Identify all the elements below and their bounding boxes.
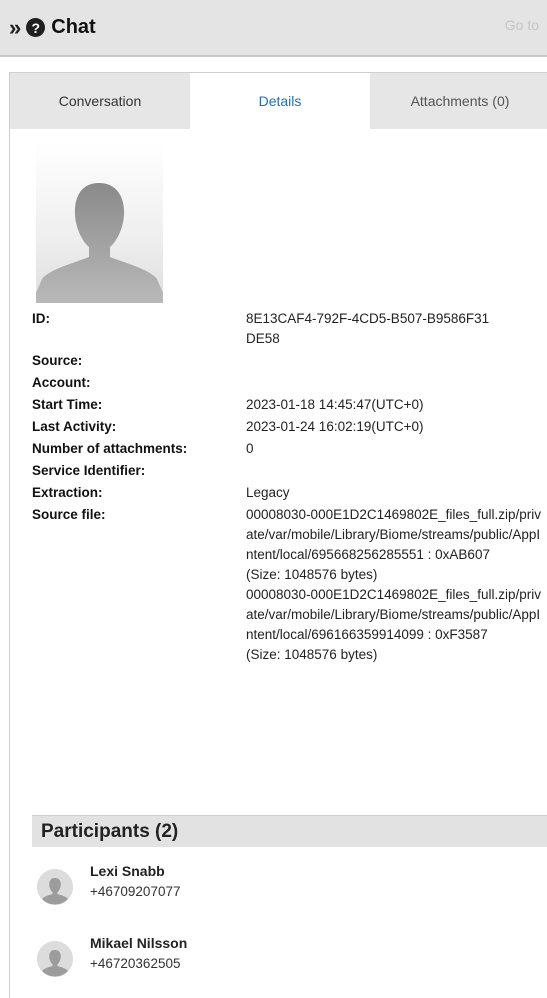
source-file-path: 00008030-000E1D2C1469802E_files_full.zip… <box>246 587 541 642</box>
person-silhouette-icon <box>37 869 73 905</box>
detail-value: 2023-01-24 16:02:19(UTC+0) <box>246 419 424 434</box>
participant-phone: +46709207077 <box>90 884 181 899</box>
participant-name: Lexi Snabb <box>90 863 165 879</box>
source-file-size: (Size: 1048576 bytes) <box>246 647 378 662</box>
detail-row-id: ID: 8E13CAF4-792F-4CD5-B507-B9586F31DE58 <box>32 309 547 351</box>
chat-details-panel: Conversation Details Attachments (0) ID:… <box>9 72 547 998</box>
tab-conversation[interactable]: Conversation <box>10 73 190 129</box>
double-chevron-right-icon[interactable]: » <box>9 15 21 41</box>
participant-name: Mikael Nilsson <box>90 935 188 951</box>
detail-label: Service Identifier: <box>32 463 146 478</box>
detail-label: Start Time: <box>32 397 103 412</box>
participant-phone: +46720362505 <box>90 956 181 971</box>
detail-value <box>246 373 546 395</box>
detail-label: ID: <box>32 311 50 326</box>
person-silhouette-icon <box>37 941 73 977</box>
title-bar: » ? Chat Go to <box>0 0 547 57</box>
tab-bar: Conversation Details Attachments (0) <box>10 73 547 129</box>
detail-row-last-activity: Last Activity: 2023-01-24 16:02:19(UTC+0… <box>32 417 547 439</box>
detail-value: 0 <box>246 441 254 456</box>
detail-value: 2023-01-18 14:45:47(UTC+0) <box>246 397 424 412</box>
detail-row-account: Account: <box>32 373 547 395</box>
detail-value-source-files: 00008030-000E1D2C1469802E_files_full.zip… <box>246 505 546 665</box>
detail-label: Source file: <box>32 507 106 522</box>
detail-row-start-time: Start Time: 2023-01-18 14:45:47(UTC+0) <box>32 395 547 417</box>
page-title: Chat <box>51 16 96 38</box>
detail-label: Number of attachments: <box>32 441 188 456</box>
source-file-size: (Size: 1048576 bytes) <box>246 567 378 582</box>
participants-section-header: Participants (2) <box>32 815 547 847</box>
detail-row-source: Source: <box>32 351 547 373</box>
tab-details[interactable]: Details <box>190 73 370 129</box>
avatar <box>37 869 73 905</box>
participant-item[interactable]: Lexi Snabb +46709207077 <box>37 863 337 913</box>
person-silhouette-icon <box>36 183 163 303</box>
detail-row-attachments: Number of attachments: 0 <box>32 439 547 461</box>
goto-link[interactable]: Go to <box>505 17 539 33</box>
detail-label: Extraction: <box>32 485 103 500</box>
details-table: ID: 8E13CAF4-792F-4CD5-B507-B9586F31DE58… <box>32 309 547 665</box>
detail-value <box>246 351 546 373</box>
contact-avatar-placeholder <box>36 143 163 303</box>
detail-label: Source: <box>32 353 83 368</box>
detail-row-service-identifier: Service Identifier: <box>32 461 547 483</box>
participant-item[interactable]: Mikael Nilsson +46720362505 <box>37 935 337 985</box>
question-circle-icon[interactable]: ? <box>26 18 46 37</box>
source-file-path: 00008030-000E1D2C1469802E_files_full.zip… <box>246 507 541 562</box>
detail-value: Legacy <box>246 485 290 500</box>
avatar <box>37 941 73 977</box>
detail-value <box>246 461 546 483</box>
detail-value: 8E13CAF4-792F-4CD5-B507-B9586F31DE58 <box>246 311 490 346</box>
tab-attachments[interactable]: Attachments (0) <box>370 73 547 129</box>
detail-label: Last Activity: <box>32 419 117 434</box>
detail-row-source-file: Source file: 00008030-000E1D2C1469802E_f… <box>32 505 547 665</box>
detail-row-extraction: Extraction: Legacy <box>32 483 547 505</box>
detail-label: Account: <box>32 375 91 390</box>
